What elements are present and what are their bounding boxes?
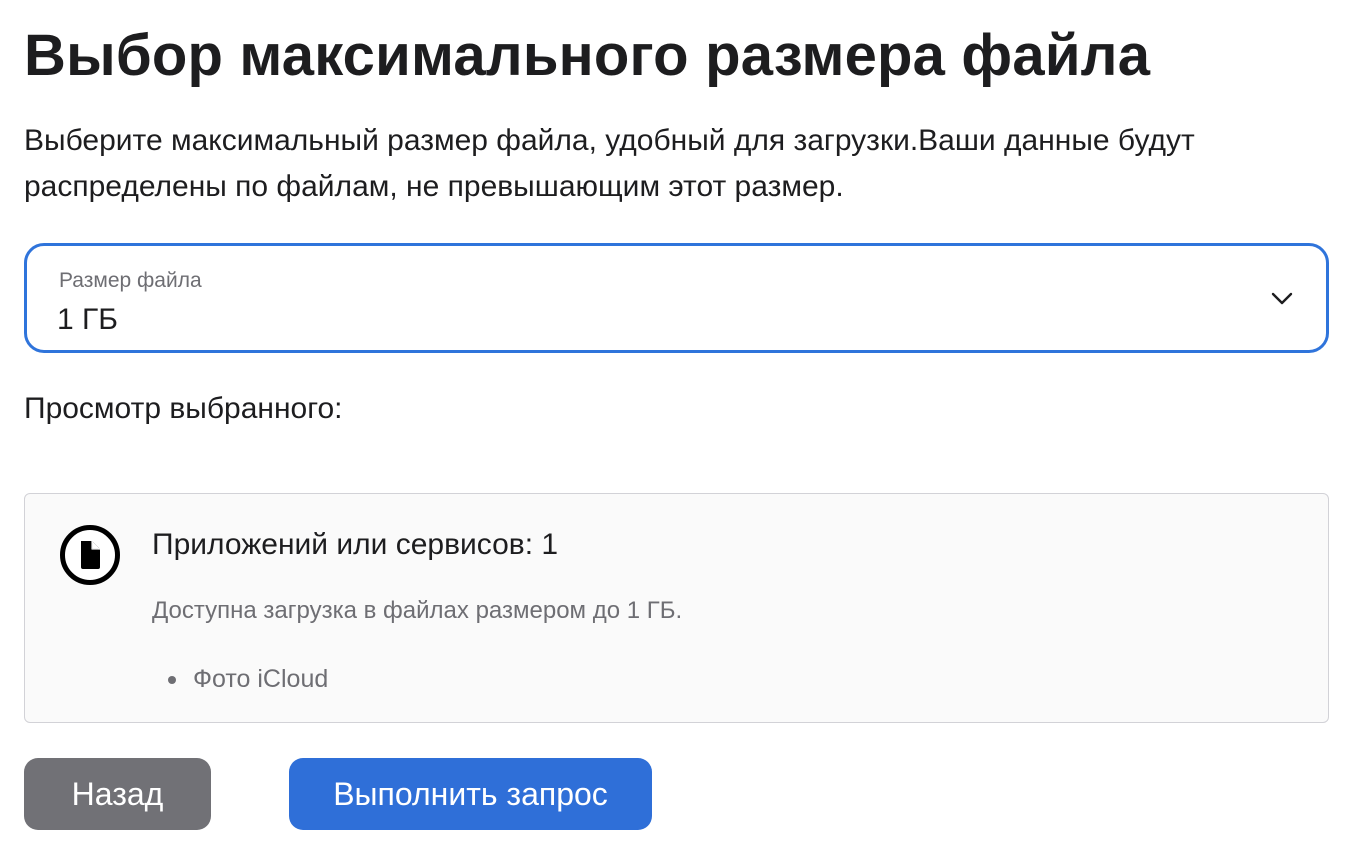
page-description: Выберите максимальный размер файла, удоб… <box>24 124 1195 203</box>
submit-request-button[interactable]: Выполнить запрос <box>289 758 652 830</box>
file-size-label: Размер файла <box>59 269 202 292</box>
file-size-select[interactable]: Размер файла 1 ГБ <box>24 243 1329 353</box>
preview-card: Приложений или сервисов: 1 Доступна загр… <box>24 493 1329 723</box>
file-size-value: 1 ГБ <box>57 303 118 336</box>
card-subtitle: Доступна загрузка в файлах размером до 1… <box>152 597 683 624</box>
document-icon <box>60 525 120 585</box>
page: Выбор максимального размера файла Выбери… <box>0 0 1358 862</box>
preview-heading: Просмотр выбранного: <box>24 392 343 425</box>
chevron-down-icon <box>1271 292 1293 305</box>
back-button[interactable]: Назад <box>24 758 211 830</box>
list-item: Фото iCloud <box>165 662 328 696</box>
card-title: Приложений или сервисов: 1 <box>152 528 559 561</box>
list-item-label: Фото iCloud <box>193 665 329 693</box>
page-title: Выбор максимального размера файла <box>24 23 1151 88</box>
bullet-icon <box>168 676 176 684</box>
service-list: Фото iCloud <box>165 662 328 696</box>
